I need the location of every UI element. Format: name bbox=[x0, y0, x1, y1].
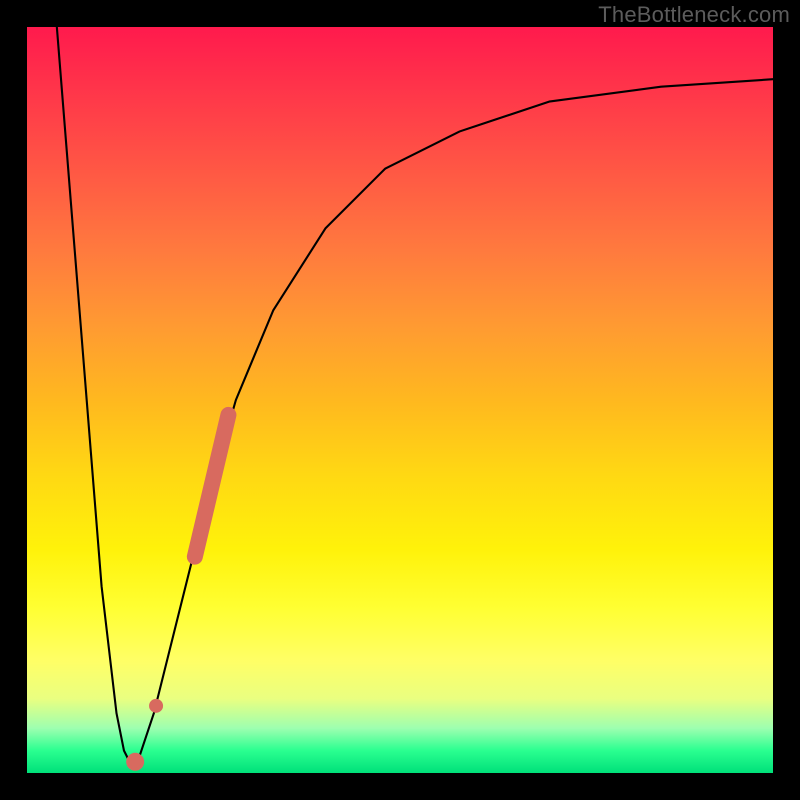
highlight-dot-upper bbox=[149, 699, 163, 713]
chart-svg bbox=[27, 27, 773, 773]
chart-frame: TheBottleneck.com bbox=[0, 0, 800, 800]
highlight-dot-lower bbox=[126, 753, 144, 771]
watermark-label: TheBottleneck.com bbox=[598, 2, 790, 28]
plot-area bbox=[27, 27, 773, 773]
highlight-segment bbox=[195, 415, 229, 557]
bottleneck-curve bbox=[57, 27, 773, 766]
